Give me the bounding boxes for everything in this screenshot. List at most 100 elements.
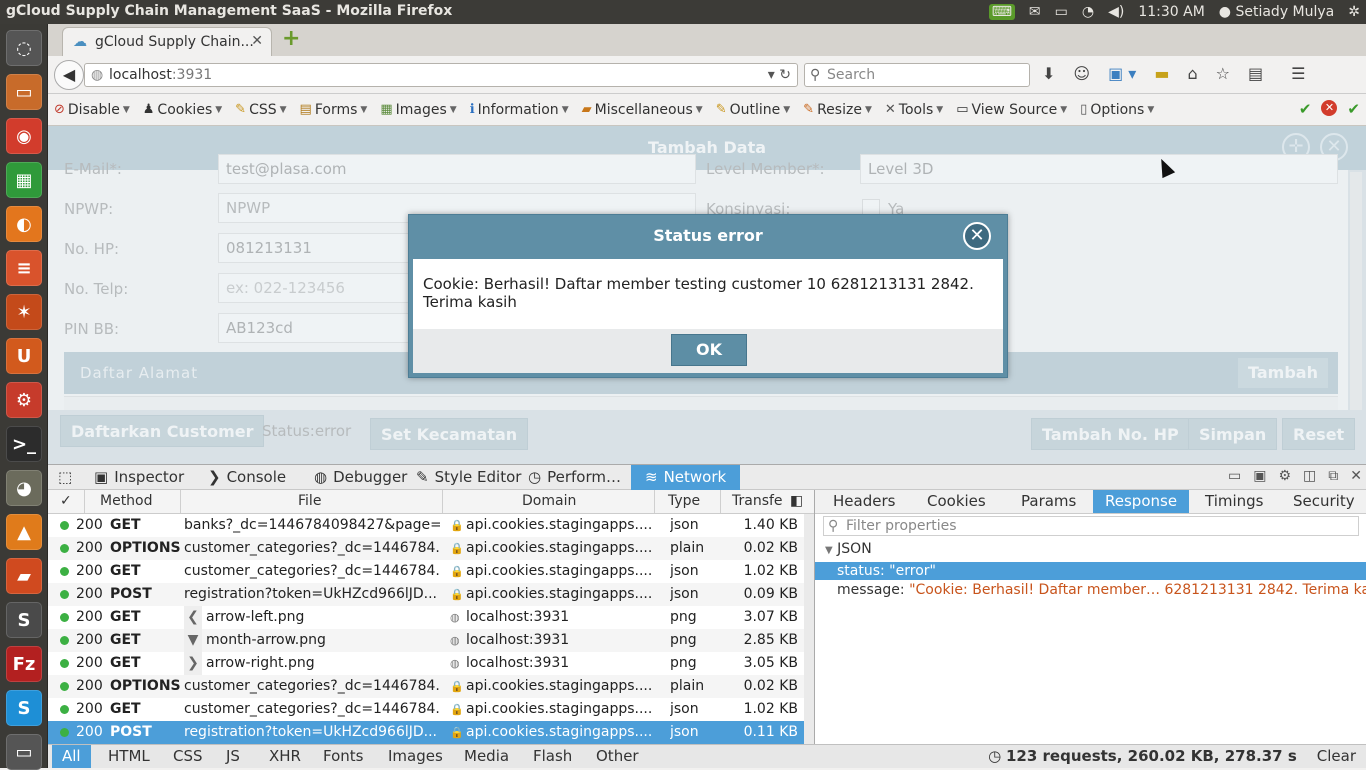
extension-icon[interactable]: ▣ ▾	[1108, 64, 1136, 83]
sublime-icon[interactable]: S	[6, 602, 42, 638]
tab-console[interactable]: ❯ Console	[208, 465, 286, 490]
webdev-menu-options[interactable]: ▯ Options ▼	[1080, 102, 1154, 118]
column-type[interactable]: Type	[668, 490, 700, 513]
url-bar[interactable]: ◍ localhost:3931 ▾ ↻	[84, 63, 798, 87]
wifi-icon[interactable]: ◔	[1082, 4, 1094, 20]
table-row[interactable]: 200 GET customer_categories?_dc=1446784...…	[48, 698, 804, 721]
battery-icon[interactable]: ▭	[1055, 4, 1068, 20]
column-status[interactable]: ✓	[60, 490, 72, 513]
settings-icon[interactable]: ⚙	[6, 382, 42, 418]
presentation-icon[interactable]: ▰	[6, 558, 42, 594]
clock[interactable]: 11:30 AM	[1138, 4, 1204, 20]
close-icon[interactable]: ✕	[963, 222, 991, 250]
filezilla-icon[interactable]: Fz	[6, 646, 42, 682]
split-console-icon[interactable]: ▭	[1228, 468, 1241, 484]
webdev-menu-images[interactable]: ▦ Images ▼	[380, 102, 456, 118]
check-icon[interactable]: ✔	[1299, 100, 1312, 118]
webdev-menu-view-source[interactable]: ▭ View Source ▼	[956, 102, 1067, 118]
monitor-icon[interactable]: ▭	[6, 734, 42, 770]
tab-timings[interactable]: Timings	[1205, 490, 1264, 513]
pick-element-icon[interactable]: ⬚	[58, 465, 72, 490]
table-row[interactable]: 200 GET ▼ month-arrow.png ◍ localhost:3931 png…	[48, 629, 804, 652]
table-row[interactable]: 200 GET customer_categories?_dc=1446784...…	[48, 560, 804, 583]
table-row[interactable]: 200 GET ❮ arrow-left.png ◍ localhost:3931 png 3…	[48, 606, 804, 629]
document-icon[interactable]: ≡	[6, 250, 42, 286]
mail-icon[interactable]: ✉	[1029, 4, 1041, 20]
menu-icon[interactable]: ☰	[1291, 64, 1305, 83]
gear-icon[interactable]: ✲	[1348, 4, 1360, 20]
ubuntu-icon[interactable]: ◌	[6, 30, 42, 66]
search-input[interactable]: ⚲ Search	[804, 63, 1030, 87]
terminal-icon[interactable]: >_	[6, 426, 42, 462]
new-tab-icon[interactable]: +	[282, 28, 304, 50]
undock-icon[interactable]: ⧉	[1328, 468, 1338, 484]
filter-xhr[interactable]: XHR	[269, 745, 301, 768]
tab-cookies[interactable]: Cookies	[927, 490, 986, 513]
keyboard-icon[interactable]: ⌨	[988, 4, 1015, 20]
bookmark-icon[interactable]: ☆	[1216, 64, 1230, 83]
filter-properties-input[interactable]: ⚲ Filter properties	[823, 516, 1359, 536]
toggle-sidebar-icon[interactable]: ◧	[790, 490, 803, 513]
reader-icon[interactable]: ▤	[1248, 64, 1263, 83]
spreadsheet-icon[interactable]: ▦	[6, 162, 42, 198]
filter-flash[interactable]: Flash	[533, 745, 572, 768]
webdev-menu-miscellaneous[interactable]: ▰ Miscellaneous ▼	[582, 102, 703, 118]
ruler-icon[interactable]: ▬	[1154, 64, 1169, 83]
tab-style-editor[interactable]: ✎ Style Editor	[416, 465, 521, 490]
webdev-menu-tools[interactable]: ✕ Tools ▼	[885, 102, 943, 118]
table-row[interactable]: 200 GET banks?_dc=1446784098427&page=1... 🔒…	[48, 514, 804, 537]
filter-js[interactable]: JS	[226, 745, 240, 768]
responsive-icon[interactable]: ▣	[1253, 468, 1266, 484]
webdev-menu-resize[interactable]: ✎ Resize ▼	[803, 102, 872, 118]
gear-icon[interactable]: ⚙	[1278, 468, 1291, 484]
column-file[interactable]: File	[298, 490, 321, 513]
column-domain[interactable]: Domain	[522, 490, 576, 513]
tab-response[interactable]: Response	[1093, 490, 1190, 513]
column-transfer[interactable]: Transfe	[732, 490, 783, 513]
table-row[interactable]: 200 OPTIONS customer_categories?_dc=144678…	[48, 675, 804, 698]
tab-security[interactable]: Security	[1293, 490, 1355, 513]
filter-other[interactable]: Other	[596, 745, 639, 768]
ubuntu-one-icon[interactable]: U	[6, 338, 42, 374]
error-icon[interactable]: ✕	[1321, 100, 1338, 116]
webdev-menu-forms[interactable]: ▤ Forms ▼	[300, 102, 368, 118]
check-icon[interactable]: ✔	[1347, 100, 1360, 118]
firefox-icon[interactable]: ◐	[6, 206, 42, 242]
tab-headers[interactable]: Headers	[833, 490, 895, 513]
reload-icon[interactable]: ▾ ↻	[768, 64, 791, 86]
user-menu[interactable]: ● Setiady Mulya	[1219, 4, 1334, 20]
skype-icon[interactable]: S	[6, 690, 42, 726]
download-icon[interactable]: ⬇	[1042, 64, 1055, 83]
webdev-menu-disable[interactable]: ⊘ Disable ▼	[54, 102, 130, 118]
tab-params[interactable]: Params	[1021, 490, 1076, 513]
filter-media[interactable]: Media	[464, 745, 509, 768]
dock-side-icon[interactable]: ◫	[1303, 468, 1316, 484]
webdev-menu-outline[interactable]: ✎ Outline ▼	[716, 102, 790, 118]
json-node[interactable]: ▼ JSON	[825, 541, 872, 557]
chat-icon[interactable]: ☺	[1073, 64, 1090, 83]
tab-performance[interactable]: ◷ Perform…	[528, 465, 621, 490]
browser-tab[interactable]: ☁ gCloud Supply Chain... ✕	[62, 27, 272, 56]
requests-scrollbar[interactable]	[804, 514, 814, 744]
table-row[interactable]: 200 POST registration?token=UkHZcd966lJD..…	[48, 583, 804, 606]
status-property[interactable]: status: "error"	[815, 562, 1366, 580]
chrome-icon[interactable]: ◉	[6, 118, 42, 154]
table-row[interactable]: 200 POST registration?token=UkHZcd966lJD..…	[48, 721, 804, 744]
volume-icon[interactable]: ◀)	[1108, 4, 1124, 20]
table-row[interactable]: 200 OPTIONS customer_categories?_dc=144678…	[48, 537, 804, 560]
filter-fonts[interactable]: Fonts	[323, 745, 363, 768]
tab-inspector[interactable]: ▣ Inspector	[94, 465, 184, 490]
vlc-icon[interactable]: ▲	[6, 514, 42, 550]
clear-button[interactable]: Clear	[1317, 745, 1356, 768]
filter-all[interactable]: All	[52, 745, 91, 768]
home-icon[interactable]: ⌂	[1187, 64, 1197, 83]
table-row[interactable]: 200 GET ❯ arrow-right.png ◍ localhost:3931 png…	[48, 652, 804, 675]
app-icon[interactable]: ✶	[6, 294, 42, 330]
webdev-menu-cookies[interactable]: ♟ Cookies ▼	[143, 102, 222, 118]
webdev-menu-css[interactable]: ✎ CSS ▼	[235, 102, 286, 118]
files-icon[interactable]: ▭	[6, 74, 42, 110]
ok-button[interactable]: OK	[671, 334, 747, 366]
close-icon[interactable]: ✕	[1350, 468, 1362, 484]
filter-images[interactable]: Images	[388, 745, 443, 768]
column-method[interactable]: Method	[100, 490, 153, 513]
